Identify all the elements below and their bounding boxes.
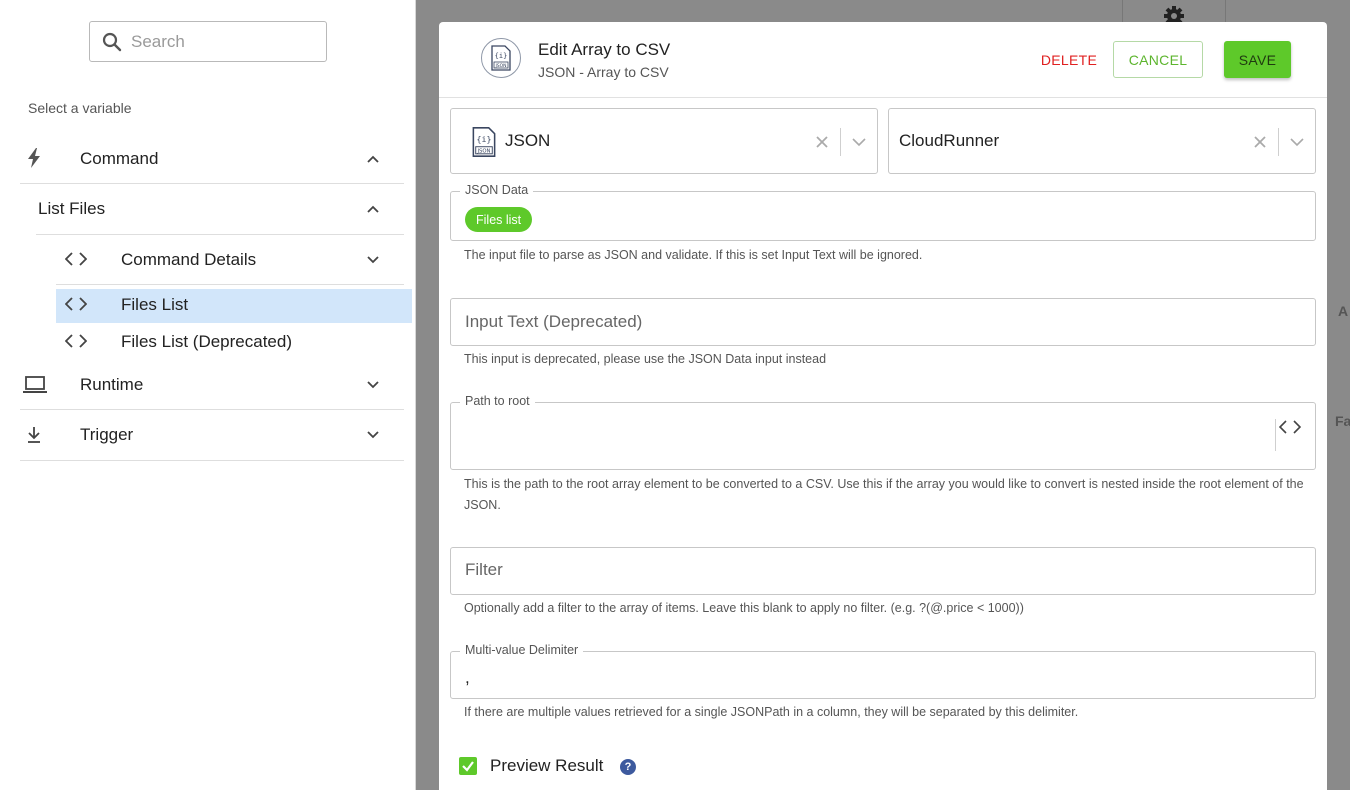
chevron-down-icon <box>367 381 379 389</box>
preview-result-checkbox[interactable] <box>459 757 477 775</box>
app-select[interactable]: {i} JSON JSON <box>450 108 878 174</box>
field-separator <box>1275 419 1276 451</box>
delimiter-value: , <box>465 668 470 687</box>
code-icon[interactable] <box>1279 420 1301 434</box>
field-placeholder: Input Text (Deprecated) <box>465 312 643 331</box>
tree-item-label: Trigger <box>80 425 134 444</box>
select-separator <box>1278 128 1279 156</box>
tree-item-list-files[interactable]: List Files <box>20 186 404 232</box>
helper-text: This is the path to the root array eleme… <box>464 477 1304 512</box>
field-legend: Multi-value Delimiter <box>460 643 584 657</box>
field-legend: JSON Data <box>460 183 534 197</box>
chevron-up-icon <box>367 155 379 163</box>
helper-text: If there are multiple values retrieved f… <box>464 705 1079 719</box>
code-icon <box>65 252 87 266</box>
search-icon <box>102 32 122 51</box>
tree-item-command-details[interactable]: Command Details <box>56 237 404 283</box>
preview-result-label: Preview Result <box>490 756 604 775</box>
helper-text: This input is deprecated, please use the… <box>464 352 827 366</box>
json-file-icon: {i} JSON <box>481 38 521 78</box>
help-icon[interactable]: ? <box>620 759 636 775</box>
divider <box>56 284 404 285</box>
laptop-icon <box>23 376 47 393</box>
tree-item-label: Command Details <box>121 250 257 269</box>
json-file-icon: {i} JSON <box>472 127 496 157</box>
edit-step-modal: {i} JSON Edit Array to CSV JSON - Array t… <box>439 22 1327 790</box>
svg-text:JSON: JSON <box>494 63 506 69</box>
tree-item-trigger[interactable]: Trigger <box>20 412 404 458</box>
delimiter-field[interactable]: Multi-value Delimiter , <box>450 643 1316 699</box>
field-placeholder: Filter <box>465 560 503 579</box>
modal-subtitle: JSON - Array to CSV <box>538 64 669 80</box>
tree-item-label: List Files <box>38 199 106 218</box>
json-data-field[interactable]: JSON Data Files list <box>450 183 1316 241</box>
search-box[interactable] <box>89 21 327 62</box>
modal-title: Edit Array to CSV <box>538 40 671 59</box>
bolt-icon <box>28 148 40 168</box>
modal-header: {i} JSON Edit Array to CSV JSON - Array t… <box>439 22 1327 98</box>
divider <box>36 234 404 235</box>
search-input[interactable] <box>131 31 311 52</box>
save-button[interactable]: SAVE <box>1224 41 1291 78</box>
helper-text: The input file to parse as JSON and vali… <box>464 248 923 262</box>
tree-item-label: Files List <box>121 295 189 314</box>
chevron-up-icon <box>367 205 379 213</box>
checkmark-icon <box>462 761 474 772</box>
clear-icon[interactable] <box>1254 136 1266 148</box>
divider <box>20 409 404 410</box>
delete-button[interactable]: DELETE <box>1022 41 1116 78</box>
tree-item-label: Files List (Deprecated) <box>121 332 293 351</box>
tree-item-label: Runtime <box>80 375 144 394</box>
download-arrow-icon <box>28 427 40 443</box>
code-icon <box>65 334 87 348</box>
app-select-value: JSON <box>505 131 551 150</box>
svg-text:JSON: JSON <box>476 149 490 155</box>
svg-text:{i}: {i} <box>495 52 508 60</box>
bg-column-divider <box>1225 0 1226 22</box>
path-to-root-field[interactable]: Path to root <box>450 394 1316 470</box>
runner-select-value: CloudRunner <box>899 131 1000 150</box>
field-legend: Path to root <box>460 394 535 408</box>
chevron-down-icon[interactable] <box>852 137 866 147</box>
input-text-field[interactable]: Input Text (Deprecated) <box>450 298 1316 346</box>
svg-text:{i}: {i} <box>477 134 492 144</box>
helper-text: Optionally add a filter to the array of … <box>464 601 1024 615</box>
bg-column-divider <box>1122 0 1123 22</box>
clear-icon[interactable] <box>816 136 828 148</box>
select-separator <box>840 128 841 156</box>
divider <box>20 460 404 461</box>
tree-item-runtime[interactable]: Runtime <box>20 362 404 408</box>
tree-item-files-list[interactable]: Files List <box>56 289 412 323</box>
divider <box>20 183 404 184</box>
chevron-down-icon[interactable] <box>1290 137 1304 147</box>
cancel-button[interactable]: CANCEL <box>1113 41 1203 78</box>
chevron-down-icon <box>367 256 379 264</box>
code-icon <box>65 297 87 311</box>
tree-item-command[interactable]: Command <box>20 136 404 182</box>
filter-field[interactable]: Filter <box>450 547 1316 595</box>
tree-item-files-list-deprecated[interactable]: Files List (Deprecated) <box>56 326 404 360</box>
chevron-down-icon <box>367 431 379 439</box>
bg-text: Fa <box>1335 413 1350 429</box>
variable-panel: Select a variable Command List Files Com… <box>0 0 416 790</box>
bg-text: A <box>1338 303 1349 319</box>
runner-select[interactable]: CloudRunner <box>888 108 1316 174</box>
select-variable-label: Select a variable <box>28 100 132 116</box>
tree-item-label: Command <box>80 149 159 168</box>
variable-chip[interactable]: Files list <box>465 207 533 232</box>
